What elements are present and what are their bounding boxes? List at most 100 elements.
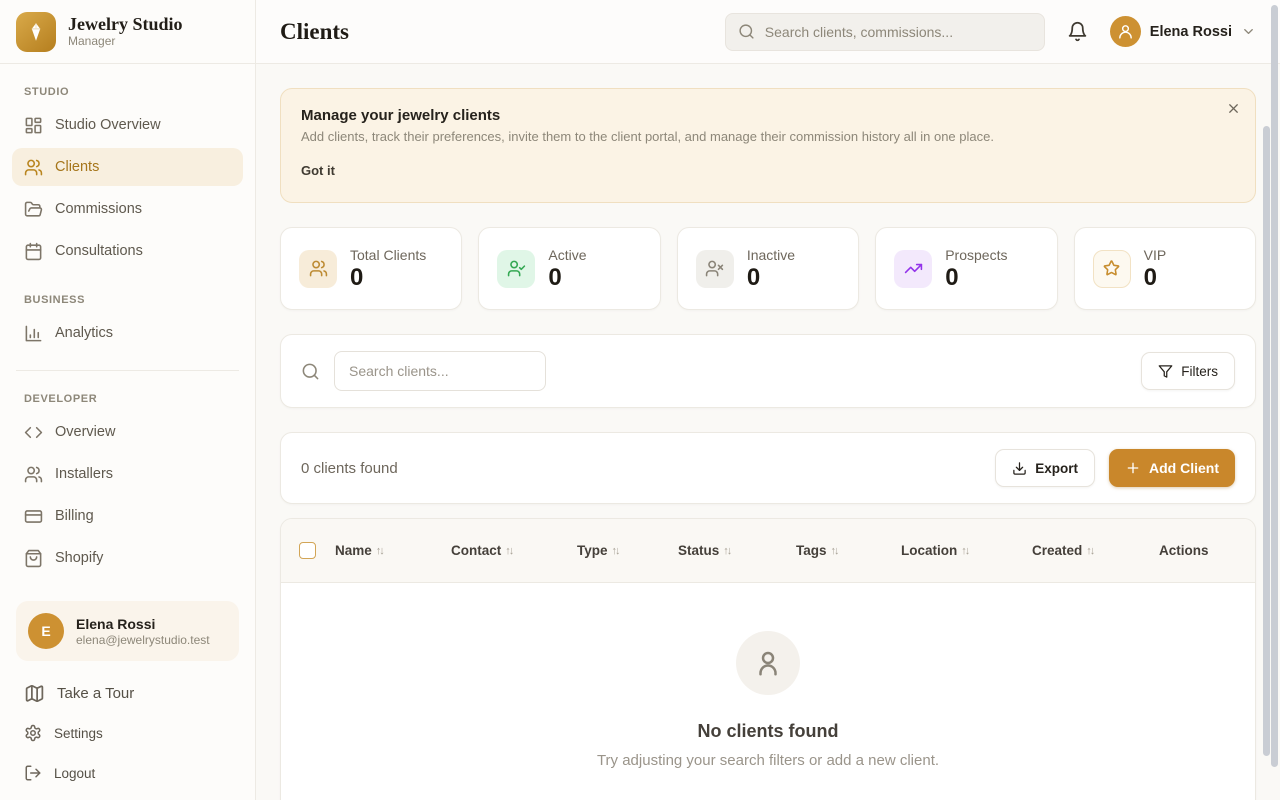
gem-logo-icon	[16, 12, 56, 52]
stat-card-active: Active 0	[478, 227, 660, 310]
sort-icon: ↑↓	[961, 545, 968, 557]
sidebar-item-consultations[interactable]: Consultations	[12, 232, 243, 270]
column-header-name[interactable]: Name↑↓	[335, 543, 451, 558]
sidebar-item-label: Studio Overview	[55, 117, 161, 133]
stat-label: Total Clients	[350, 246, 426, 264]
sort-icon: ↑↓	[723, 545, 730, 557]
folder-open-icon	[24, 200, 43, 219]
user-menu[interactable]: Elena Rossi	[1110, 16, 1256, 47]
page-title: Clients	[280, 19, 349, 45]
gear-icon	[24, 724, 42, 742]
users-icon	[24, 465, 43, 484]
sort-icon: ↑↓	[505, 545, 512, 557]
got-it-button[interactable]: Got it	[301, 157, 335, 184]
banner-title: Manage your jewelry clients	[301, 107, 1235, 124]
column-header-created[interactable]: Created↑↓	[1032, 543, 1159, 558]
user-email: elena@jewelrystudio.test	[76, 633, 210, 648]
stat-value: 0	[945, 264, 1007, 291]
chevron-down-icon	[1241, 24, 1256, 39]
filters-button[interactable]: Filters	[1141, 352, 1235, 390]
sort-icon: ↑↓	[612, 545, 619, 557]
column-header-status[interactable]: Status↑↓	[678, 543, 796, 558]
user-icon	[736, 631, 800, 695]
search-icon	[301, 362, 320, 381]
user-menu-name: Elena Rossi	[1150, 24, 1232, 40]
column-header-contact[interactable]: Contact↑↓	[451, 543, 577, 558]
add-client-button[interactable]: Add Client	[1109, 449, 1235, 487]
sidebar: Jewelry Studio Manager STUDIO Studio Ove…	[0, 0, 256, 800]
sidebar-item-logout[interactable]: Logout	[12, 753, 243, 793]
calendar-icon	[24, 242, 43, 261]
credit-card-icon	[24, 507, 43, 526]
sidebar-item-label: Clients	[55, 159, 99, 175]
table-header-row: Name↑↓ Contact↑↓ Type↑↓ Status↑↓ Tags↑↓ …	[281, 519, 1255, 583]
column-header-location[interactable]: Location↑↓	[901, 543, 1032, 558]
sidebar-item-installers[interactable]: Installers	[12, 455, 243, 493]
sidebar-item-label: Commissions	[55, 201, 142, 217]
users-icon	[299, 250, 337, 288]
brand-name: Jewelry Studio	[68, 14, 183, 34]
column-header-tags[interactable]: Tags↑↓	[796, 543, 901, 558]
sidebar-item-label: Analytics	[55, 325, 113, 341]
close-icon[interactable]	[1226, 101, 1241, 116]
sidebar-item-dev-overview[interactable]: Overview	[12, 413, 243, 451]
column-header-actions: Actions	[1159, 543, 1237, 558]
stat-value: 0	[548, 264, 586, 291]
sidebar-item-analytics[interactable]: Analytics	[12, 314, 243, 352]
clients-table: Name↑↓ Contact↑↓ Type↑↓ Status↑↓ Tags↑↓ …	[280, 518, 1256, 800]
section-label-developer: DEVELOPER	[24, 393, 231, 405]
shopping-bag-icon	[24, 549, 43, 568]
sidebar-item-label: Settings	[54, 726, 103, 741]
select-all-checkbox[interactable]	[299, 542, 316, 559]
search-icon	[738, 23, 755, 40]
stat-label: Active	[548, 246, 586, 264]
sidebar-user-card[interactable]: E Elena Rossi elena@jewelrystudio.test	[16, 601, 239, 661]
sidebar-divider	[16, 370, 239, 371]
topbar-right: Elena Rossi	[725, 13, 1256, 51]
section-label-business: BUSINESS	[24, 294, 231, 306]
sidebar-item-label: Installers	[55, 466, 113, 482]
sidebar-item-billing[interactable]: Billing	[12, 497, 243, 535]
brand-role: Manager	[68, 34, 183, 49]
sidebar-item-commissions[interactable]: Commissions	[12, 190, 243, 228]
global-search-input[interactable]	[765, 24, 1032, 40]
section-label-studio: STUDIO	[24, 86, 231, 98]
stat-label: Prospects	[945, 246, 1007, 264]
stat-card-vip: VIP 0	[1074, 227, 1256, 310]
results-actions: Export Add Client	[995, 449, 1235, 487]
notifications-bell-icon[interactable]	[1067, 21, 1088, 42]
avatar: E	[28, 613, 64, 649]
stat-value: 0	[1144, 264, 1167, 291]
vertical-scrollbar[interactable]	[1271, 5, 1278, 767]
client-search-panel: Filters	[280, 334, 1256, 408]
sort-icon: ↑↓	[1086, 545, 1093, 557]
results-bar: 0 clients found Export Add Client	[280, 432, 1256, 504]
export-button[interactable]: Export	[995, 449, 1095, 487]
sidebar-item-settings[interactable]: Settings	[12, 713, 243, 753]
global-search[interactable]	[725, 13, 1045, 51]
sidebar-item-studio-overview[interactable]: Studio Overview	[12, 106, 243, 144]
sidebar-item-clients[interactable]: Clients	[12, 148, 243, 186]
sidebar-item-label: Billing	[55, 508, 94, 524]
column-header-type[interactable]: Type↑↓	[577, 543, 678, 558]
user-x-icon	[696, 250, 734, 288]
empty-state: No clients found Try adjusting your sear…	[281, 583, 1255, 769]
sidebar-item-shopify[interactable]: Shopify	[12, 539, 243, 577]
content: Manage your jewelry clients Add clients,…	[256, 64, 1280, 800]
sort-icon: ↑↓	[831, 545, 838, 557]
filter-funnel-icon	[1158, 364, 1173, 379]
client-search-input[interactable]	[334, 351, 546, 391]
bar-chart-icon	[24, 324, 43, 343]
sidebar-item-take-a-tour[interactable]: Take a Tour	[12, 673, 243, 713]
code-icon	[24, 423, 43, 442]
download-icon	[1012, 461, 1027, 476]
results-count: 0 clients found	[301, 460, 398, 477]
sidebar-item-label: Logout	[54, 766, 95, 781]
user-check-icon	[497, 250, 535, 288]
stat-label: Inactive	[747, 246, 795, 264]
empty-state-subtitle: Try adjusting your search filters or add…	[597, 752, 939, 769]
content-scrollbar[interactable]	[1263, 126, 1270, 756]
stats-row: Total Clients 0 Active 0 Inactive 0	[280, 227, 1256, 310]
sidebar-item-label: Shopify	[55, 550, 103, 566]
empty-state-title: No clients found	[698, 721, 839, 742]
